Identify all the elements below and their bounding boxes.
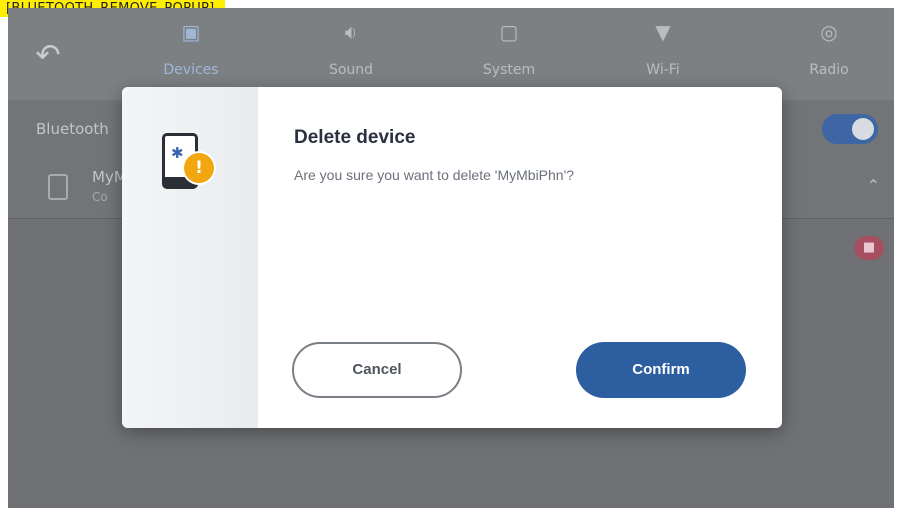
- device-status: Co: [92, 190, 108, 204]
- dialog-title: Delete device: [294, 127, 416, 148]
- system-icon: ▢: [499, 20, 519, 44]
- speaker-icon: 🔉︎: [344, 20, 358, 44]
- radio-icon: ◎: [820, 20, 838, 44]
- confirm-button[interactable]: Confirm: [576, 342, 746, 398]
- bluetooth-label: Bluetooth: [36, 120, 109, 138]
- back-arrow-icon: ↶: [35, 38, 61, 73]
- delete-device-dialog: ✱ ! Delete device Are you sure you want …: [122, 87, 782, 428]
- dialog-message: Are you sure you want to delete 'MyMbiPh…: [294, 167, 575, 183]
- chevron-up-icon[interactable]: ⌃: [867, 176, 880, 195]
- bluetooth-icon: ✱: [171, 144, 184, 162]
- tab-sound-label: Sound: [328, 62, 374, 78]
- tab-wifi[interactable]: ▼ Wi-Fi: [598, 18, 728, 82]
- tab-wifi-label: Wi-Fi: [646, 62, 680, 78]
- delete-device-button[interactable]: ■: [854, 236, 884, 260]
- back-button[interactable]: ↶: [26, 38, 70, 74]
- trash-icon: ■: [862, 240, 876, 255]
- tab-devices[interactable]: ▣ Devices: [126, 18, 256, 82]
- tab-radio[interactable]: ◎ Radio: [764, 18, 894, 82]
- warning-icon: !: [184, 153, 214, 183]
- bluetooth-toggle[interactable]: [822, 114, 878, 144]
- phone-icon: [48, 174, 68, 200]
- tab-devices-label: Devices: [163, 62, 219, 78]
- tab-system-label: System: [482, 62, 536, 78]
- tab-sound[interactable]: 🔉︎ Sound: [286, 18, 416, 82]
- cancel-button[interactable]: Cancel: [292, 342, 462, 398]
- dialog-icon-panel: ✱ !: [122, 87, 258, 428]
- devices-icon: ▣: [181, 20, 201, 44]
- tab-radio-label: Radio: [809, 62, 849, 78]
- wifi-icon: ▼: [655, 20, 671, 44]
- tab-system[interactable]: ▢ System: [444, 18, 574, 82]
